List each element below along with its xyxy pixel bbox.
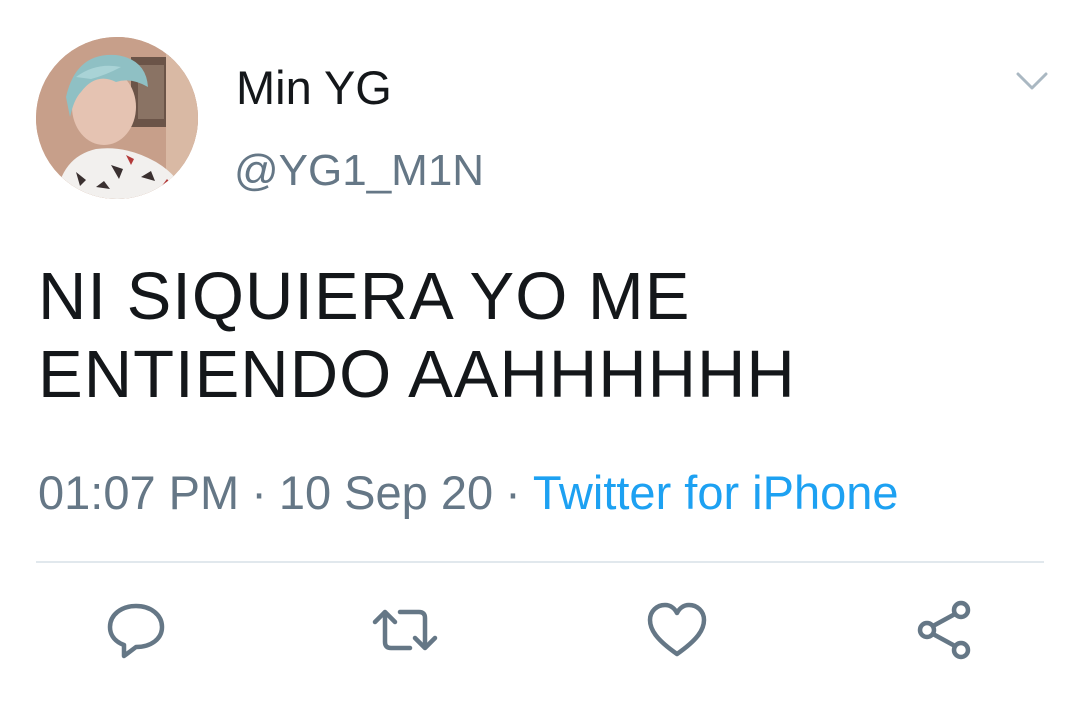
chevron-down-icon[interactable] bbox=[1010, 66, 1054, 96]
retweet-icon bbox=[372, 609, 438, 651]
share-button[interactable] bbox=[913, 600, 977, 660]
tweet-text-line: ENTIENDO AAHHHHHH bbox=[38, 337, 796, 412]
meta-separator: · bbox=[251, 466, 267, 519]
tweet-source-link[interactable]: Twitter for iPhone bbox=[533, 466, 899, 519]
reply-icon bbox=[107, 603, 165, 659]
avatar[interactable] bbox=[36, 37, 198, 199]
retweet-button[interactable] bbox=[370, 600, 438, 660]
share-icon bbox=[917, 600, 971, 660]
heart-icon bbox=[647, 602, 707, 657]
tweet-date[interactable]: 10 Sep 20 bbox=[279, 466, 493, 519]
divider bbox=[36, 561, 1044, 563]
tweet-time[interactable]: 01:07 PM bbox=[38, 466, 239, 519]
meta-separator: · bbox=[505, 466, 521, 519]
tweet-meta: 01:07 PM · 10 Sep 20 · Twitter for iPhone bbox=[38, 462, 899, 524]
tweet-text-line: NI SIQUIERA YO ME bbox=[38, 259, 691, 334]
display-name[interactable]: Min YG bbox=[236, 58, 392, 118]
avatar-photo bbox=[36, 37, 198, 199]
user-handle[interactable]: @YG1_M1N bbox=[234, 142, 484, 200]
tweet-text: NI SIQUIERA YO ME ENTIENDO AAHHHHHH bbox=[38, 258, 1048, 414]
reply-button[interactable] bbox=[104, 600, 168, 660]
tweet-card: Min YG @YG1_M1N NI SIQUIERA YO ME ENTIEN… bbox=[0, 0, 1080, 709]
like-button[interactable] bbox=[645, 600, 709, 660]
